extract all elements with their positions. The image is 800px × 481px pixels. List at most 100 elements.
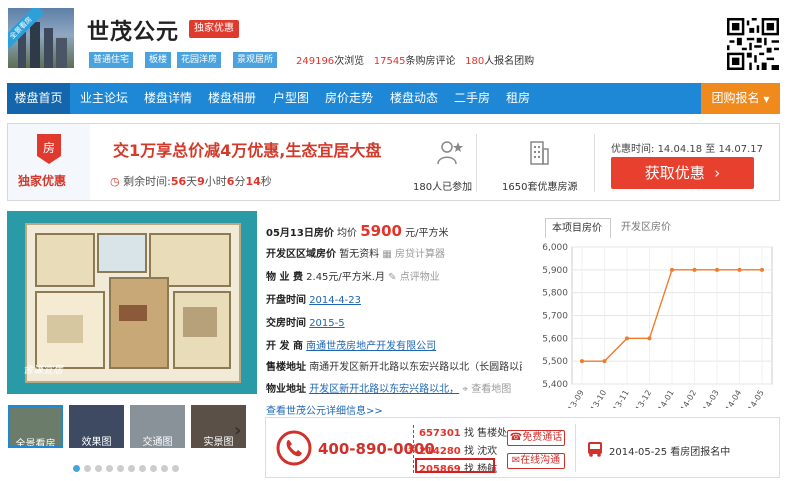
- promo-time: 优惠时间: 14.04.18 至 14.07.17: [611, 140, 763, 155]
- y-tick-label: 5,700: [542, 312, 568, 322]
- x-tick-label: 13-12: [634, 389, 653, 409]
- developer-value[interactable]: 南通世茂房地产开发有限公司: [306, 341, 436, 352]
- mgmt-fee-row: 物 业 费 2.45元/平方米.月 ✎ 点评物业: [266, 268, 440, 283]
- nav-news[interactable]: 楼盘动态: [390, 83, 438, 114]
- data-point[interactable]: [715, 267, 719, 272]
- nav-floorplans[interactable]: 户型图: [273, 83, 309, 114]
- data-point[interactable]: [760, 267, 764, 272]
- loan-calculator-link[interactable]: 房贷计算器: [395, 249, 445, 260]
- nav-forum[interactable]: 业主论坛: [80, 83, 128, 114]
- more-details-link[interactable]: 查看世茂公元详细信息>>: [266, 402, 383, 417]
- exclusive-badge[interactable]: 独家优惠: [189, 20, 239, 38]
- x-tick-label: 14-02: [679, 389, 698, 409]
- gallery-dot[interactable]: [106, 465, 113, 472]
- countdown-hours: 9: [197, 175, 205, 188]
- get-discount-label: 获取优惠: [644, 164, 705, 182]
- thumb-traffic[interactable]: 交通图: [130, 405, 185, 448]
- gallery-dot[interactable]: [84, 465, 91, 472]
- gallery-dot[interactable]: [117, 465, 124, 472]
- mgmt-fee-label: 物 业 费: [266, 272, 303, 283]
- days-unit: 天: [186, 175, 198, 188]
- free-call-button[interactable]: ☎免费通话: [507, 430, 565, 446]
- district-price-label: 开发区区域房价: [266, 249, 336, 260]
- nav-details[interactable]: 楼盘详情: [144, 83, 192, 114]
- countdown-days: 56: [170, 175, 187, 188]
- delivery-row: 交房时间 2015-5: [266, 314, 345, 329]
- x-tick-label: 13-11: [611, 389, 630, 409]
- ext-target: 找 售楼处: [463, 428, 508, 439]
- nav-home[interactable]: 楼盘首页: [7, 83, 70, 114]
- chevron-right-icon: ›: [714, 164, 721, 182]
- group-signup-button[interactable]: 团购报名 ▼: [701, 83, 780, 114]
- data-point[interactable]: [737, 267, 742, 272]
- online-chat-button[interactable]: ✉在线沟通: [507, 453, 565, 469]
- data-point[interactable]: [647, 336, 652, 341]
- data-point[interactable]: [692, 267, 697, 272]
- map-pin-icon: ⌖: [462, 384, 469, 395]
- reviews-label[interactable]: 条购房评论: [406, 56, 456, 67]
- developer-row: 开 发 商 南通世茂房地产开发有限公司: [266, 337, 436, 352]
- mgmt-fee-value: 2.45元/平方米.月: [306, 272, 385, 283]
- gallery-dot[interactable]: [139, 465, 146, 472]
- data-point[interactable]: [580, 359, 584, 364]
- signups-label[interactable]: 人报名团购: [484, 56, 534, 67]
- thumb-render[interactable]: 效果图: [69, 405, 124, 448]
- person-star-icon: [437, 141, 463, 165]
- floorplan-image[interactable]: 舍谦宜居: [7, 211, 257, 394]
- phone-icon: [276, 430, 312, 466]
- ext-line-shen: 214280 找 沈欢: [419, 442, 497, 457]
- gallery-dot[interactable]: [161, 465, 168, 472]
- tag-landscape[interactable]: 景观居所: [233, 52, 278, 68]
- tag-residential[interactable]: 普通住宅: [89, 52, 134, 68]
- view-map-link[interactable]: 查看地图: [471, 384, 511, 395]
- nav-resale[interactable]: 二手房: [454, 83, 490, 114]
- tag-garden[interactable]: 花园洋房: [177, 52, 222, 68]
- tab-project-price[interactable]: 本项目房价: [545, 218, 611, 238]
- y-tick-label: 5,800: [542, 289, 568, 299]
- x-tick-label: 13-10: [589, 389, 608, 409]
- pencil-icon: ✎: [388, 272, 397, 283]
- gallery-dot[interactable]: [73, 465, 80, 472]
- get-discount-button[interactable]: 获取优惠 ›: [611, 157, 754, 189]
- price-prefix: 均价: [337, 228, 358, 239]
- gallery-dot[interactable]: [150, 465, 157, 472]
- delivery-value[interactable]: 2015-5: [309, 318, 344, 329]
- review-mgmt-link[interactable]: 点评物业: [400, 272, 440, 283]
- nav-price-trend[interactable]: 房价走势: [325, 83, 373, 114]
- price-unit: 元/平方米: [405, 228, 449, 239]
- chat-icon: ✉: [511, 455, 521, 466]
- stats-line: 249196次浏览 17545条购房评论 180人报名团购: [296, 52, 534, 67]
- nav-rental[interactable]: 租房: [506, 83, 530, 114]
- promo-title[interactable]: 交1万享总价减4万优惠,生态宜居大盘: [113, 137, 381, 161]
- gallery-dot[interactable]: [172, 465, 179, 472]
- gallery-dot[interactable]: [128, 465, 135, 472]
- ext-line-sales: 657301 找 售楼处: [419, 424, 507, 439]
- next-arrow-icon[interactable]: ›: [234, 420, 241, 441]
- signups-count: 180: [465, 56, 485, 67]
- gallery-dot[interactable]: [95, 465, 102, 472]
- discount-units: 1650套优惠房源: [502, 182, 578, 193]
- seconds-unit: 秒: [260, 175, 272, 188]
- open-date-value[interactable]: 2014-4-23: [309, 295, 361, 306]
- joined-count: 180人已参加: [413, 182, 473, 193]
- exclusive-offer-badge: 房 独家优惠: [8, 124, 90, 200]
- tag-slab[interactable]: 板楼: [145, 52, 172, 68]
- open-date-row: 开盘时间 2014-4-23: [266, 291, 361, 306]
- tour-signup-text[interactable]: 2014-05-25 看房团报名中: [609, 443, 730, 458]
- data-point[interactable]: [670, 267, 674, 272]
- project-thumbnail[interactable]: 全景看房: [8, 8, 74, 68]
- data-point[interactable]: [625, 336, 629, 341]
- avg-price: 5900: [360, 222, 402, 240]
- thumb-panorama[interactable]: 全景看房: [8, 405, 63, 448]
- y-tick-label: 5,900: [542, 266, 568, 276]
- thumb-render-label: 效果图: [81, 437, 112, 448]
- main-nav: 楼盘首页 业主论坛 楼盘详情 楼盘相册 户型图 房价走势 楼盘动态 二手房 租房…: [7, 83, 780, 114]
- tab-district-price[interactable]: 开发区房价: [615, 218, 677, 238]
- thumb-real-label: 实景图: [203, 437, 234, 448]
- data-point[interactable]: [602, 359, 607, 364]
- delivery-label: 交房时间: [266, 318, 306, 329]
- nav-album[interactable]: 楼盘相册: [208, 83, 256, 114]
- property-address-value[interactable]: 开发区新开北路以东宏兴路以北，: [309, 384, 459, 395]
- thumb-panorama-label: 全景看房: [15, 439, 56, 448]
- hotline-number[interactable]: 400-890-0000: [318, 440, 435, 458]
